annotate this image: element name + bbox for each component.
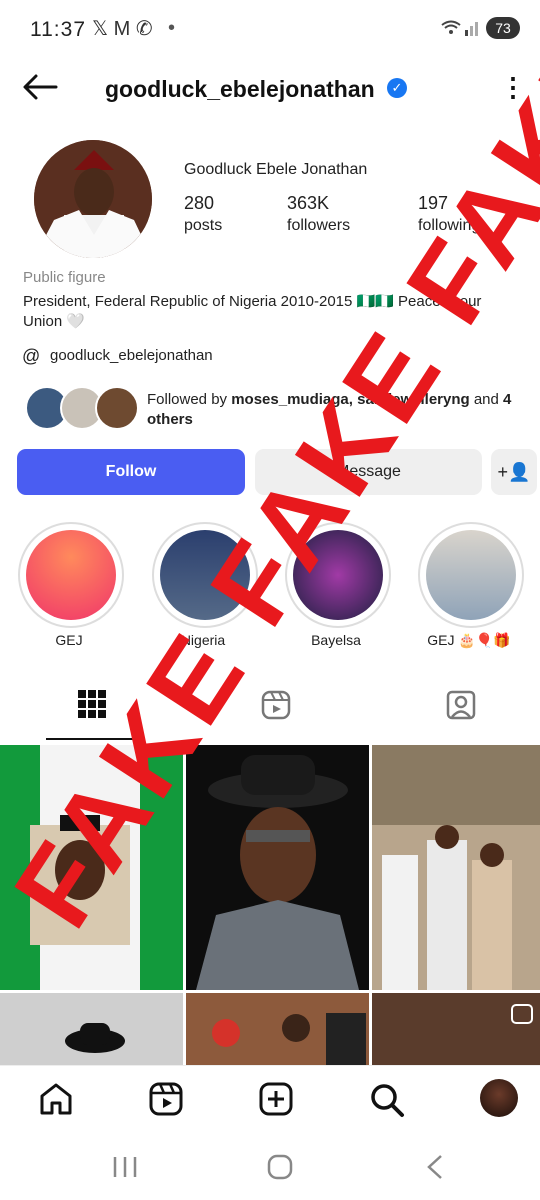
follow-button[interactable]: Follow	[17, 449, 245, 495]
story-highlight[interactable]	[18, 522, 124, 628]
bottom-navigation	[0, 1065, 540, 1132]
status-bar: 11:37 𝕏 M ✆ • 73	[0, 0, 540, 58]
profile-full-name: Goodluck Ebele Jonathan	[184, 161, 368, 178]
threads-icon[interactable]: @	[22, 346, 40, 367]
post-thumbnail[interactable]	[372, 993, 540, 1065]
profile-bio: President, Federal Republic of Nigeria 2…	[23, 293, 482, 330]
story-highlight[interactable]	[418, 522, 524, 628]
battery-icon: 73	[486, 17, 520, 39]
followed-by-text[interactable]: Followed by moses_mudiaga, sarajewellery…	[147, 390, 527, 430]
highlight-cover	[160, 530, 250, 620]
dot-icon: •	[168, 17, 176, 39]
back-arrow-icon[interactable]	[22, 72, 58, 109]
profile-category: Public figure	[23, 269, 106, 286]
highlight-label: GEJ	[55, 632, 83, 648]
add-user-button[interactable]: +👤	[491, 449, 537, 495]
active-tab-indicator	[46, 738, 138, 740]
followed-by-prefix: Followed by	[147, 391, 232, 408]
followed-by-suffix: and	[469, 391, 504, 408]
post-thumbnail[interactable]	[186, 993, 369, 1065]
system-navigation-bar	[0, 1135, 540, 1200]
recent-apps-icon[interactable]	[112, 1155, 138, 1184]
following-label: following	[418, 217, 481, 234]
threads-link[interactable]: goodluck_ebelejonathan	[50, 347, 213, 364]
search-icon[interactable]	[369, 1082, 405, 1123]
following-count[interactable]: 197	[418, 193, 448, 214]
profile-avatar[interactable]	[34, 140, 152, 258]
reels-icon[interactable]	[149, 1082, 183, 1121]
posts-label: posts	[184, 217, 223, 234]
own-profile-avatar[interactable]	[480, 1079, 518, 1117]
home-button-icon[interactable]	[267, 1154, 293, 1185]
post-thumbnail[interactable]	[186, 745, 369, 990]
story-highlight[interactable]	[152, 522, 258, 628]
posts-count[interactable]: 280	[184, 193, 214, 214]
post-thumbnail[interactable]	[0, 993, 183, 1065]
post-thumbnail[interactable]	[372, 745, 540, 990]
wifi-signal-icon	[440, 18, 478, 43]
highlight-cover	[26, 530, 116, 620]
followed-by-names: moses_mudiaga, sarajewelleryng	[231, 391, 470, 408]
reels-tab-icon[interactable]	[261, 690, 291, 727]
followers-label: followers	[287, 217, 351, 234]
story-highlight[interactable]	[285, 522, 391, 628]
system-back-icon[interactable]	[426, 1154, 444, 1185]
highlight-cover	[293, 530, 383, 620]
grid-tab-icon[interactable]	[78, 690, 106, 725]
followers-count[interactable]: 363K	[287, 193, 329, 214]
highlight-cover	[426, 530, 516, 620]
notification-icons: 𝕏 M ✆	[92, 18, 153, 40]
verified-badge-icon: ✓	[387, 78, 407, 98]
mutual-avatar[interactable]	[95, 386, 139, 430]
highlight-label: Bayelsa	[311, 632, 361, 648]
highlight-label: Nigeria	[180, 632, 226, 648]
highlight-label: GEJ 🎂🎈🎁	[427, 632, 511, 648]
create-post-icon[interactable]	[259, 1082, 293, 1121]
home-icon[interactable]	[38, 1082, 74, 1121]
post-thumbnail[interactable]	[0, 745, 183, 990]
tagged-tab-icon[interactable]	[446, 690, 476, 727]
status-time: 11:37	[30, 18, 86, 41]
message-button[interactable]: Message	[255, 449, 482, 495]
profile-username: goodluck_ebelejonathan	[105, 76, 375, 102]
more-options-icon[interactable]: ⋮	[500, 72, 526, 102]
